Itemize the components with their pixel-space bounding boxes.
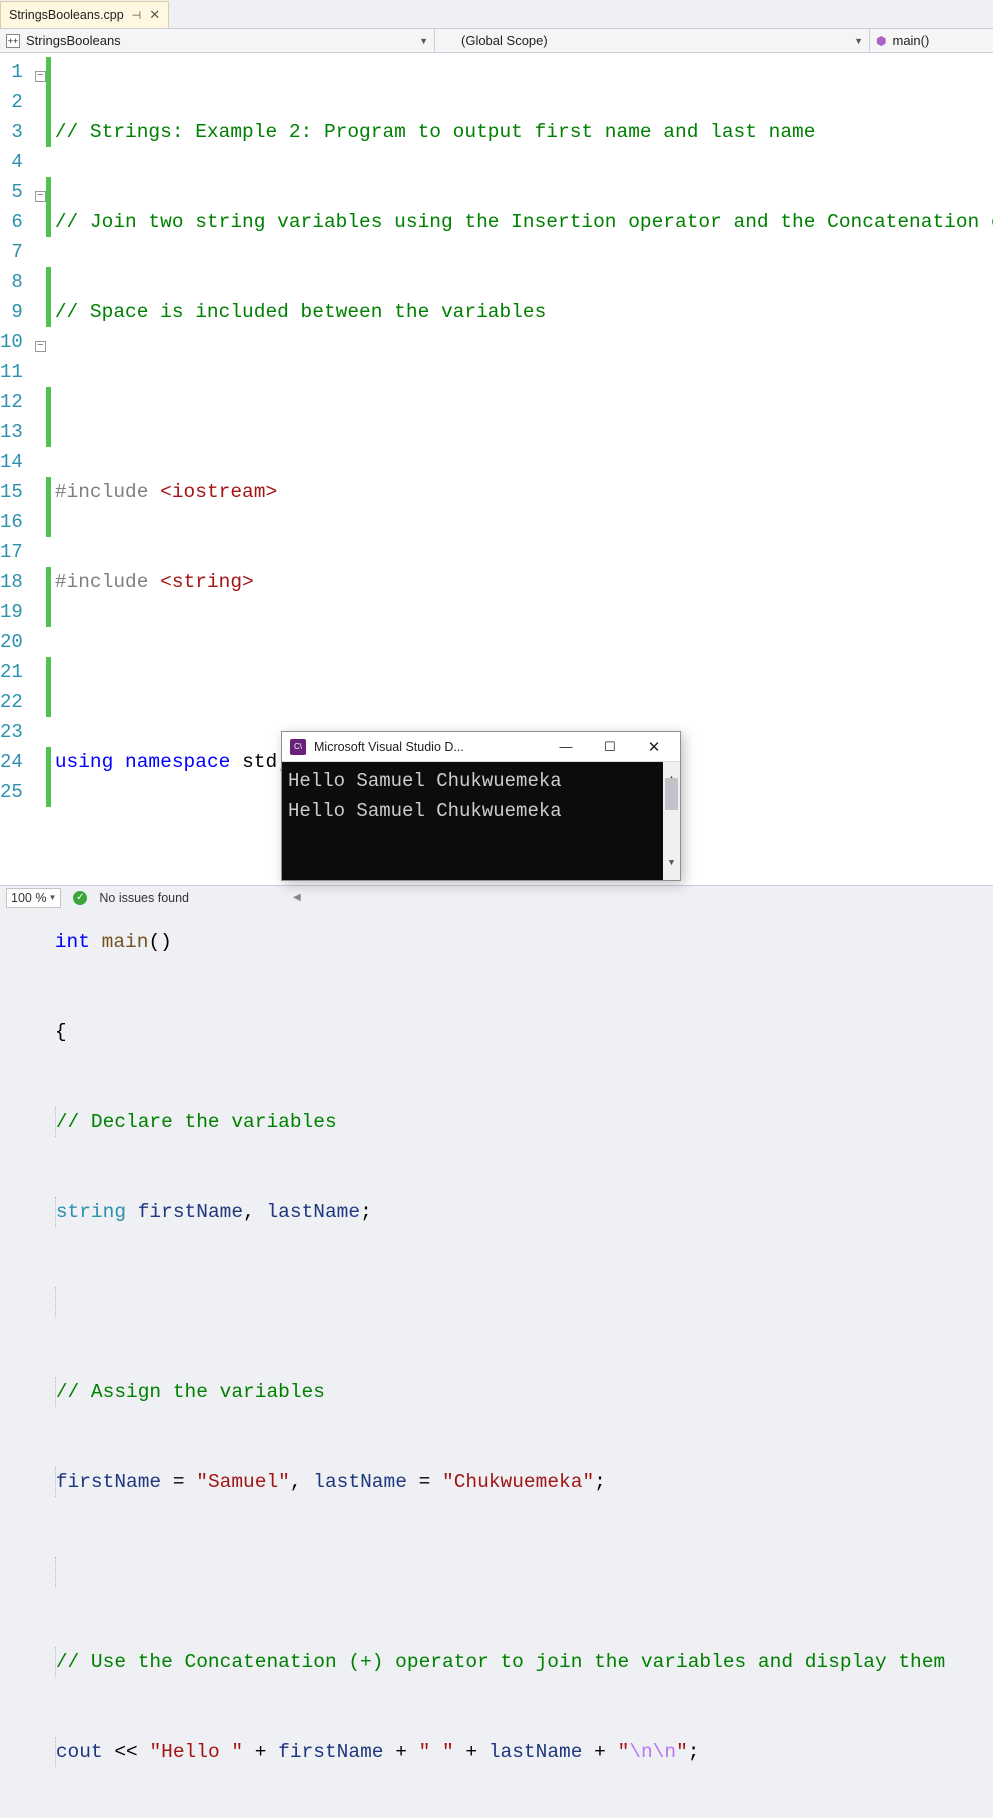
fold-gutter: − − − bbox=[35, 53, 46, 885]
nav-scope-dropdown[interactable]: (Global Scope) ▼ bbox=[435, 29, 870, 52]
pin-icon[interactable]: ⊣ bbox=[132, 9, 142, 22]
code-text: #include bbox=[55, 477, 160, 507]
console-titlebar[interactable]: C\ Microsoft Visual Studio D... — ☐ ✕ bbox=[282, 732, 680, 762]
code-text: <string> bbox=[160, 567, 254, 597]
document-tab[interactable]: StringsBooleans.cpp ⊣ ✕ bbox=[0, 1, 169, 28]
code-text: namespace bbox=[125, 747, 242, 777]
navigation-bar: ++ StringsBooleans ▼ (Global Scope) ▼ ⬢ … bbox=[0, 28, 993, 53]
console-line: Hello Samuel Chukwuemeka bbox=[288, 796, 674, 826]
code-text: \n\n bbox=[629, 1737, 676, 1767]
code-text: = bbox=[407, 1467, 442, 1497]
code-text: + bbox=[384, 1737, 419, 1767]
minimize-button[interactable]: — bbox=[548, 739, 584, 754]
zoom-dropdown[interactable]: 100 % ▼ bbox=[6, 888, 61, 908]
line-number-gutter: 1234567891011121314151617181920212223242… bbox=[0, 53, 35, 885]
code-text: ; bbox=[360, 1197, 372, 1227]
scroll-down-arrow-icon[interactable]: ▼ bbox=[663, 848, 680, 878]
project-icon: ++ bbox=[6, 34, 20, 48]
console-window[interactable]: C\ Microsoft Visual Studio D... — ☐ ✕ He… bbox=[281, 731, 681, 881]
nav-member-dropdown[interactable]: ⬢ main() bbox=[870, 29, 993, 52]
zoom-label: 100 % bbox=[11, 891, 46, 905]
scrollbar-thumb[interactable] bbox=[665, 778, 678, 810]
code-text: ; bbox=[688, 1737, 700, 1767]
fold-toggle[interactable]: − bbox=[35, 341, 46, 352]
code-text: #include bbox=[55, 567, 160, 597]
close-icon[interactable]: ✕ bbox=[149, 7, 160, 23]
nav-member-label: main() bbox=[892, 33, 929, 48]
console-title-label: Microsoft Visual Studio D... bbox=[314, 740, 540, 754]
code-text: + bbox=[454, 1737, 489, 1767]
code-text: <iostream> bbox=[160, 477, 277, 507]
code-text: // Join two string variables using the I… bbox=[55, 207, 993, 237]
app-icon: C\ bbox=[290, 739, 306, 755]
code-text: " bbox=[618, 1737, 630, 1767]
code-text: lastName bbox=[266, 1197, 360, 1227]
code-text: { bbox=[55, 1017, 67, 1047]
code-text: std bbox=[242, 747, 277, 777]
maximize-button[interactable]: ☐ bbox=[592, 739, 628, 755]
nav-scope-label: (Global Scope) bbox=[461, 33, 548, 48]
code-text: ; bbox=[594, 1467, 606, 1497]
code-text: "Hello " bbox=[149, 1737, 243, 1767]
code-text: " " bbox=[419, 1737, 454, 1767]
code-text: firstName bbox=[56, 1467, 161, 1497]
code-text: "Samuel" bbox=[196, 1467, 290, 1497]
code-text: lastName bbox=[313, 1467, 407, 1497]
code-text: firstName bbox=[278, 1737, 383, 1767]
console-output[interactable]: Hello Samuel Chukwuemeka Hello Samuel Ch… bbox=[282, 762, 680, 880]
code-text: = bbox=[161, 1467, 196, 1497]
code-text: // Declare the variables bbox=[56, 1107, 337, 1137]
code-text: // Assign the variables bbox=[56, 1377, 325, 1407]
code-text: , bbox=[290, 1467, 313, 1497]
code-text: " bbox=[676, 1737, 688, 1767]
code-text: + bbox=[243, 1737, 278, 1767]
code-text: string bbox=[56, 1197, 138, 1227]
code-text: int bbox=[55, 927, 102, 957]
fold-toggle[interactable]: − bbox=[35, 71, 46, 82]
code-text: () bbox=[148, 927, 171, 957]
code-text: cout bbox=[56, 1737, 103, 1767]
code-text: // Strings: Example 2: Program to output… bbox=[55, 117, 816, 147]
nav-project-label: StringsBooleans bbox=[26, 33, 121, 48]
document-tab-bar: StringsBooleans.cpp ⊣ ✕ bbox=[0, 0, 993, 28]
code-text: << bbox=[103, 1737, 150, 1767]
code-text: // Use the Concatenation (+) operator to… bbox=[56, 1647, 945, 1677]
fold-toggle[interactable]: − bbox=[35, 191, 46, 202]
console-scrollbar[interactable]: ▲ ▼ bbox=[663, 762, 680, 880]
close-button[interactable]: ✕ bbox=[636, 738, 672, 756]
code-text: // Space is included between the variabl… bbox=[55, 297, 546, 327]
method-icon: ⬢ bbox=[876, 34, 886, 48]
code-text: "Chukwuemeka" bbox=[442, 1467, 594, 1497]
code-text: firstName bbox=[138, 1197, 243, 1227]
code-text: , bbox=[243, 1197, 266, 1227]
code-text: lastName bbox=[489, 1737, 583, 1767]
console-line: Hello Samuel Chukwuemeka bbox=[288, 766, 674, 796]
code-text: + bbox=[582, 1737, 617, 1767]
document-tab-label: StringsBooleans.cpp bbox=[9, 8, 124, 22]
code-text: main bbox=[102, 927, 149, 957]
code-text: using bbox=[55, 747, 125, 777]
chevron-down-icon: ▼ bbox=[854, 36, 863, 46]
chevron-down-icon: ▼ bbox=[419, 36, 428, 46]
nav-project-dropdown[interactable]: ++ StringsBooleans ▼ bbox=[0, 29, 435, 52]
